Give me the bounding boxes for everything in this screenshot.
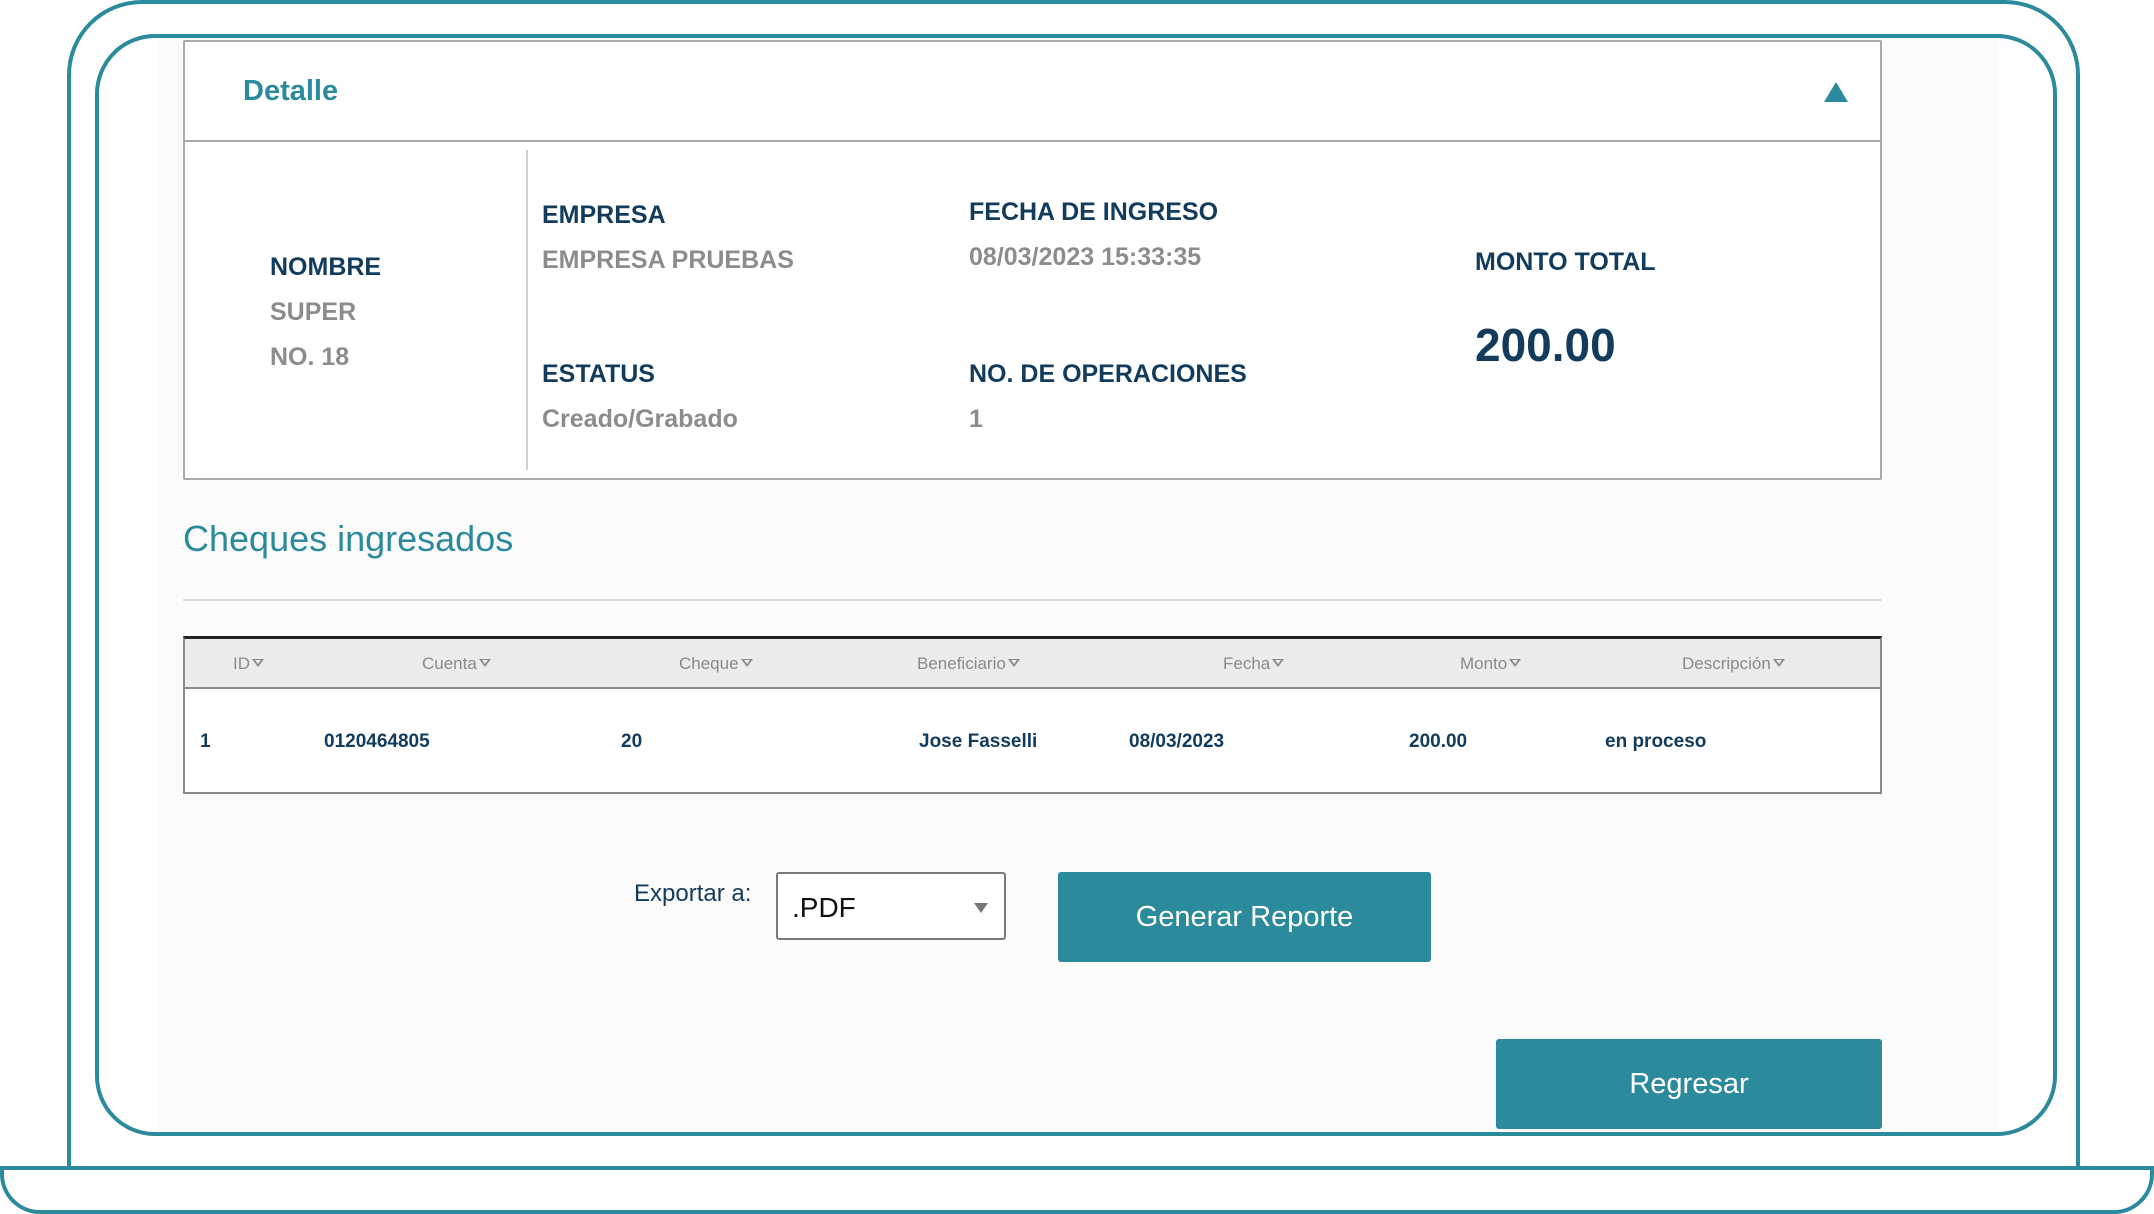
generate-report-button[interactable]: Generar Reporte — [1058, 872, 1431, 962]
monto-total-value: 200.00 — [1475, 319, 1616, 371]
fecha-ingreso-label: FECHA DE INGRESO — [969, 198, 1219, 226]
cell-beneficiario: Jose Fasselli — [919, 731, 1038, 752]
cell-monto: 200.00 — [1409, 731, 1468, 752]
nombre-value-line2: NO. 18 — [270, 343, 350, 371]
nombre-value-line1: SUPER — [270, 298, 357, 326]
operaciones-value: 1 — [969, 405, 983, 433]
estatus-value: Creado/Grabado — [542, 405, 738, 433]
col-header-cuenta[interactable]: Cuenta — [422, 654, 491, 674]
estatus-label: ESTATUS — [542, 360, 655, 388]
section-divider — [183, 599, 1882, 601]
sort-icon[interactable] — [252, 658, 264, 667]
export-format-value: .PDF — [792, 892, 856, 923]
laptop-base — [0, 1166, 2154, 1214]
col-header-monto[interactable]: Monto — [1460, 654, 1522, 674]
col-header-id[interactable]: ID — [233, 654, 264, 674]
export-format-select[interactable]: .PDF — [776, 872, 1006, 940]
collapse-triangle-icon[interactable] — [1824, 82, 1848, 102]
operaciones-label: NO. DE OPERACIONES — [969, 360, 1247, 388]
col-header-fecha[interactable]: Fecha — [1223, 654, 1285, 674]
sort-icon[interactable] — [478, 658, 491, 667]
column-divider — [526, 150, 528, 470]
cell-descripcion: en proceso — [1605, 731, 1707, 752]
sort-icon[interactable] — [1007, 658, 1020, 667]
empresa-label: EMPRESA — [542, 201, 666, 229]
col-header-descripcion[interactable]: Descripción — [1682, 654, 1785, 674]
detail-header[interactable]: Detalle — [185, 42, 1880, 142]
sort-icon[interactable] — [1772, 658, 1785, 667]
back-button[interactable]: Regresar — [1496, 1039, 1882, 1129]
detail-panel: Detalle NOMBRE SUPER NO. 18 EMPRESA EMPR… — [183, 40, 1882, 480]
fecha-ingreso-value: 08/03/2023 15:33:35 — [969, 243, 1202, 271]
sort-icon[interactable] — [1509, 658, 1522, 667]
table-header: ID Cuenta Cheque Beneficiario Fecha Mont… — [185, 639, 1880, 689]
cell-cheque: 20 — [621, 731, 643, 752]
empresa-value: EMPRESA PRUEBAS — [542, 246, 794, 274]
sort-icon[interactable] — [1272, 658, 1285, 667]
dropdown-caret-icon — [974, 903, 988, 913]
col-header-beneficiario[interactable]: Beneficiario — [917, 654, 1020, 674]
export-label: Exportar a: — [634, 880, 752, 907]
cheques-table: ID Cuenta Cheque Beneficiario Fecha Mont… — [183, 636, 1882, 794]
cell-cuenta: 0120464805 — [324, 731, 430, 752]
monto-total-label: MONTO TOTAL — [1475, 248, 1656, 276]
col-header-cheque[interactable]: Cheque — [679, 654, 753, 674]
cell-id: 1 — [200, 731, 211, 752]
detail-title: Detalle — [243, 75, 339, 107]
cell-fecha: 08/03/2023 — [1129, 731, 1225, 752]
sort-icon[interactable] — [740, 658, 753, 667]
cheques-section-title: Cheques ingresados — [183, 518, 514, 559]
nombre-label: NOMBRE — [270, 253, 382, 281]
